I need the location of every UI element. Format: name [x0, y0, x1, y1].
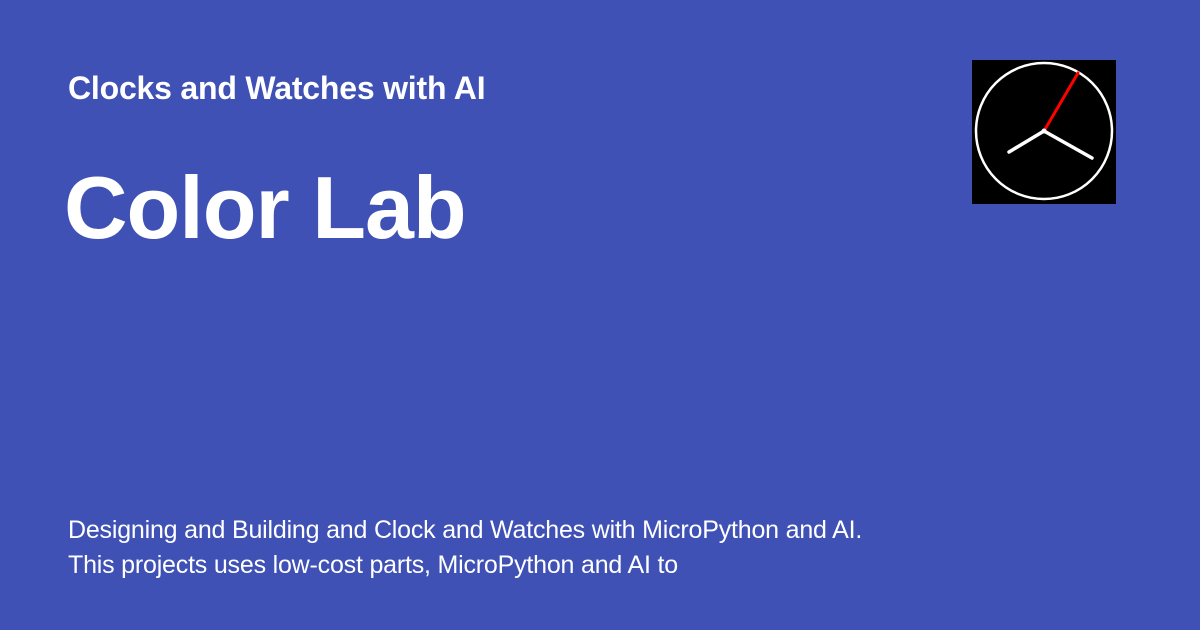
- clock-hour-hand: [1007, 129, 1046, 154]
- clock-minute-hand: [1042, 129, 1094, 160]
- site-logo: [972, 60, 1116, 204]
- site-name: Clocks and Watches with AI: [68, 70, 486, 106]
- page-description: Designing and Building and Clock and Wat…: [68, 516, 863, 579]
- clock-center-pin: [1041, 128, 1047, 134]
- page-title: Color Lab: [64, 158, 467, 257]
- clock-second-hand: [1042, 71, 1080, 133]
- analog-clock-icon: [974, 61, 1114, 201]
- social-card: Clocks and Watches with AI Color Lab Des…: [0, 0, 1200, 630]
